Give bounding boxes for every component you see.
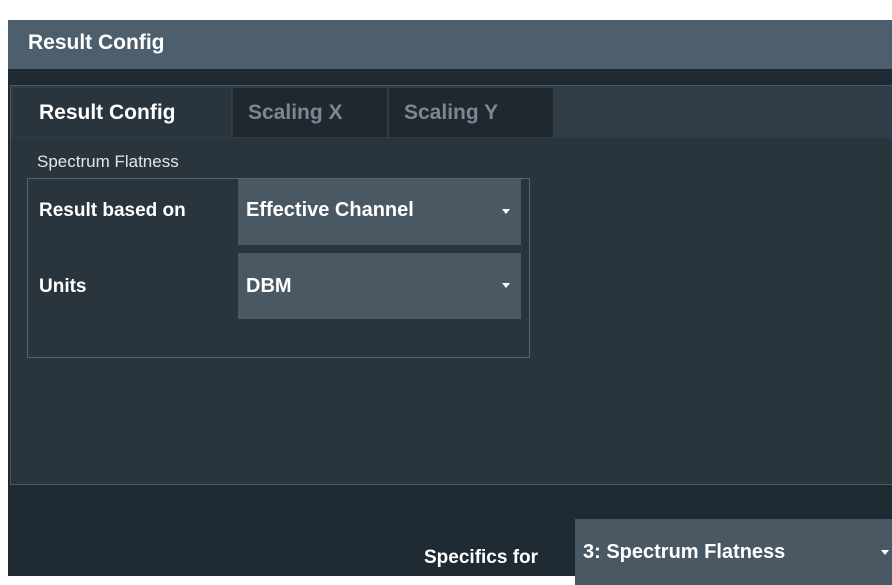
result-based-on-value: Effective Channel	[246, 199, 414, 221]
tab-result-config[interactable]: Result Config	[13, 88, 231, 137]
tab-panel: Result Config Scaling X Scaling Y Spectr…	[10, 85, 892, 485]
spectrum-flatness-group: Result based on Effective Channel Units …	[27, 178, 530, 358]
tab-bar: Result Config Scaling X Scaling Y	[11, 86, 892, 138]
result-based-on-label: Result based on	[39, 200, 186, 221]
tab-scaling-y[interactable]: Scaling Y	[389, 88, 553, 137]
units-label: Units	[39, 276, 87, 297]
result-config-dialog: Result Config Result Config Scaling X Sc…	[8, 20, 892, 585]
chevron-down-icon	[502, 209, 510, 214]
chevron-down-icon	[502, 283, 510, 288]
specifics-for-value: 3: Spectrum Flatness	[583, 541, 786, 563]
units-value: DBM	[246, 275, 292, 297]
tab-scaling-x[interactable]: Scaling X	[233, 88, 387, 137]
group-title: Spectrum Flatness	[37, 152, 179, 171]
units-dropdown[interactable]: DBM	[238, 253, 521, 319]
dialog-title: Result Config	[28, 31, 165, 54]
specifics-for-dropdown[interactable]: 3: Spectrum Flatness	[575, 519, 892, 585]
chevron-down-icon	[881, 550, 889, 555]
result-based-on-dropdown[interactable]: Effective Channel	[238, 179, 521, 245]
dialog-titlebar[interactable]: Result Config	[8, 20, 892, 69]
dialog-body: Result Config Scaling X Scaling Y Spectr…	[8, 69, 892, 585]
specifics-for-label: Specifics for	[424, 547, 539, 568]
